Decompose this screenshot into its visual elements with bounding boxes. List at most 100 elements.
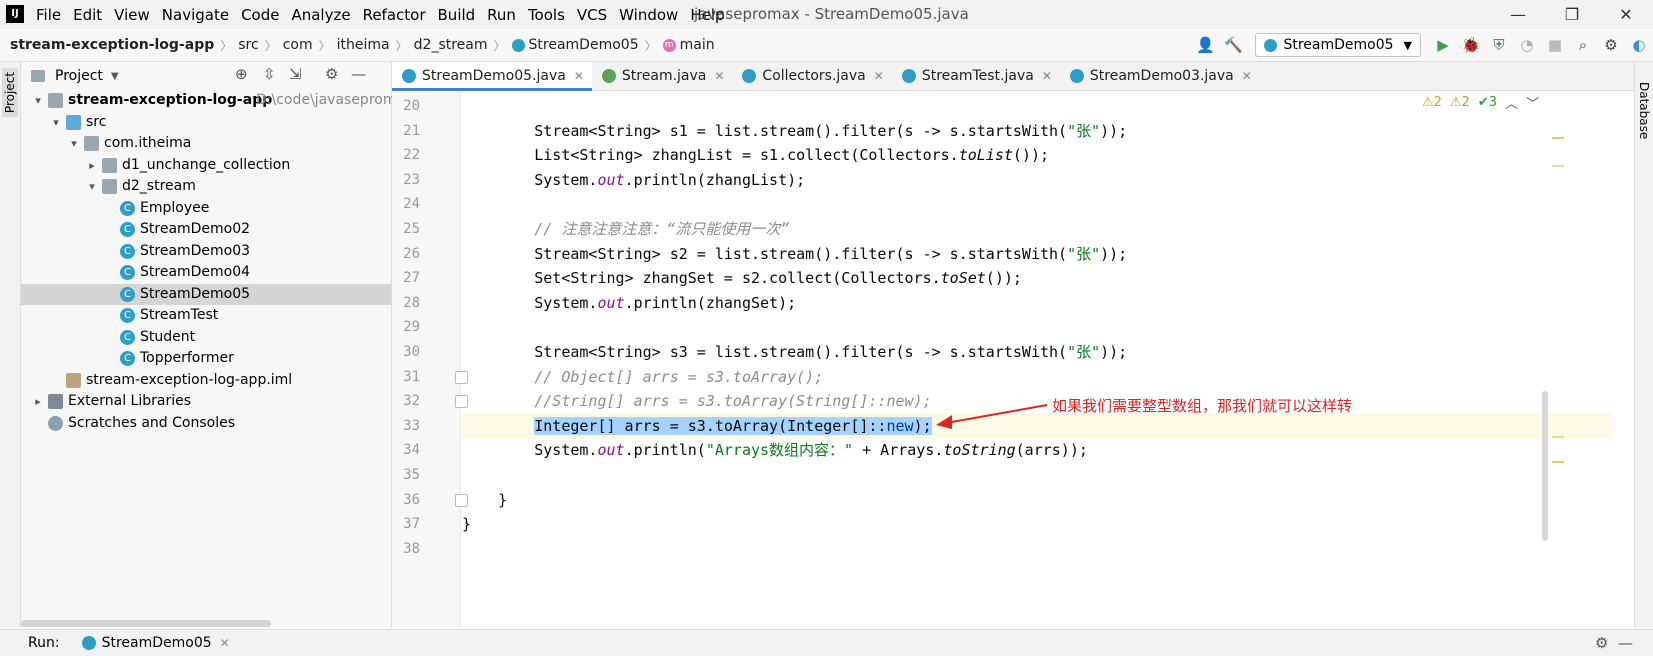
chevron-down-icon[interactable]: ▾: [49, 112, 63, 134]
breadcrumb-src[interactable]: src: [238, 37, 258, 53]
menu-window[interactable]: Window: [619, 6, 678, 24]
menu-view[interactable]: View: [114, 6, 150, 24]
breadcrumb-project[interactable]: stream-exception-log-app: [10, 37, 214, 53]
inspection-indicators[interactable]: ⚠2 ⚠2 ✔3 ︿ ﹀: [1422, 91, 1547, 113]
run-icon[interactable]: ▶: [1432, 34, 1454, 56]
menu-build[interactable]: Build: [438, 6, 476, 24]
code-line[interactable]: Stream<String> s2 = list.stream().filter…: [462, 241, 1612, 267]
menu-refactor[interactable]: Refactor: [363, 6, 426, 24]
fold-marker-icon[interactable]: [455, 493, 468, 507]
tree-item[interactable]: C StreamDemo02: [21, 219, 391, 241]
tree-item[interactable]: ▾ com.itheima: [21, 133, 391, 155]
code-line[interactable]: }: [462, 487, 1612, 513]
error-stripe-marker[interactable]: [1552, 461, 1564, 463]
editor-tab[interactable]: StreamTest.java ✕: [892, 62, 1060, 90]
database-tool-button[interactable]: Database: [1637, 82, 1651, 139]
vertical-scrollbar[interactable]: [1542, 391, 1548, 541]
project-tool-button[interactable]: Project: [2, 68, 18, 118]
error-stripe-marker[interactable]: [1552, 165, 1564, 167]
project-panel-title[interactable]: Project: [55, 68, 103, 84]
tree-item[interactable]: C StreamDemo03: [21, 241, 391, 263]
weak-warning-count[interactable]: ⚠2: [1450, 95, 1470, 110]
expand-all-icon[interactable]: ⇳: [263, 65, 276, 83]
typo-count[interactable]: ✔3: [1478, 95, 1497, 110]
warning-count[interactable]: ⚠2: [1422, 95, 1442, 110]
profile-icon[interactable]: ◔: [1516, 34, 1538, 56]
hide-icon[interactable]: —: [351, 65, 366, 83]
breadcrumb-class[interactable]: StreamDemo05: [529, 37, 639, 53]
code-line[interactable]: [462, 462, 1612, 488]
code-line[interactable]: Stream<String> s3 = list.stream().filter…: [462, 339, 1612, 365]
restore-button[interactable]: ❐: [1545, 5, 1599, 24]
tree-item[interactable]: C Employee: [21, 198, 391, 220]
code-line[interactable]: [462, 314, 1612, 340]
close-icon[interactable]: ✕: [1242, 69, 1252, 83]
tree-item[interactable]: C StreamDemo04: [21, 262, 391, 284]
breadcrumb-com[interactable]: com: [283, 37, 313, 53]
locate-icon[interactable]: ⊕: [235, 65, 248, 83]
code-line[interactable]: System.out.println(zhangList);: [462, 167, 1612, 193]
menu-run[interactable]: Run: [487, 6, 516, 24]
menu-code[interactable]: Code: [241, 6, 279, 24]
code-line[interactable]: Set<String> zhangSet = s2.collect(Collec…: [462, 265, 1612, 291]
tree-item[interactable]: ▸ d1_unchange_collection: [21, 155, 391, 177]
code-line[interactable]: // 注意注意注意：“流只能使用一次”: [462, 216, 1612, 242]
close-icon[interactable]: ✕: [220, 636, 230, 650]
menu-edit[interactable]: Edit: [73, 6, 102, 24]
menu-vcs[interactable]: VCS: [577, 6, 607, 24]
code-line[interactable]: [462, 191, 1612, 217]
chevron-down-icon[interactable]: ﹀: [1526, 93, 1539, 112]
chevron-down-icon[interactable]: ▾: [67, 133, 81, 155]
tree-item[interactable]: C StreamDemo05: [21, 283, 391, 305]
editor-tab[interactable]: Stream.java ✕: [592, 62, 733, 90]
chevron-down-icon[interactable]: ▾: [31, 90, 45, 112]
tree-item[interactable]: ▸ External Libraries: [21, 391, 391, 413]
code-line[interactable]: List<String> zhangList = s1.collect(Coll…: [462, 142, 1612, 168]
error-stripe-marker[interactable]: [1552, 436, 1564, 438]
user-icon[interactable]: 👤: [1194, 34, 1216, 56]
plugin-icon[interactable]: ◐: [1628, 34, 1650, 56]
gear-icon[interactable]: ⚙ —: [1595, 634, 1633, 652]
debug-icon[interactable]: 🐞: [1460, 34, 1482, 56]
tree-item[interactable]: C Student: [21, 327, 391, 349]
coverage-icon[interactable]: ⛨: [1488, 34, 1510, 56]
build-hammer-icon[interactable]: 🔨: [1222, 34, 1244, 56]
tree-item[interactable]: C StreamTest: [21, 305, 391, 327]
search-icon[interactable]: ⌕: [1572, 34, 1594, 56]
menu-navigate[interactable]: Navigate: [162, 6, 229, 24]
breadcrumb-d2-stream[interactable]: d2_stream: [414, 37, 488, 53]
tree-item[interactable]: stream-exception-log-app.iml: [21, 370, 391, 392]
chevron-down-icon[interactable]: ▼: [111, 71, 119, 82]
close-icon[interactable]: ✕: [714, 69, 724, 83]
tree-item[interactable]: ▾ d2_stream: [21, 176, 391, 198]
close-icon[interactable]: ✕: [874, 69, 884, 83]
tree-item[interactable]: C Topperformer: [21, 348, 391, 370]
menu-file[interactable]: File: [36, 6, 61, 24]
minimize-button[interactable]: —: [1491, 5, 1545, 24]
code-editor[interactable]: 20 21 22 23 24 25 26 27 28 29 30 31 32 33 34 35 36 37 38 S…: [392, 91, 1634, 628]
close-icon[interactable]: ✕: [1042, 69, 1052, 83]
chevron-up-icon[interactable]: ︿: [1505, 93, 1518, 112]
chevron-down-icon[interactable]: ▾: [85, 176, 99, 198]
breadcrumb-method[interactable]: main: [680, 37, 715, 53]
menu-tools[interactable]: Tools: [528, 6, 565, 24]
code-line[interactable]: }: [462, 511, 1612, 537]
close-button[interactable]: ✕: [1599, 5, 1653, 24]
code-line[interactable]: // Object[] arrs = s3.toArray();: [462, 364, 1612, 390]
error-stripe-marker[interactable]: [1552, 137, 1564, 139]
fold-marker-icon[interactable]: [455, 395, 468, 409]
code-line[interactable]: Stream<String> s1 = list.stream().filter…: [462, 118, 1612, 144]
code-line[interactable]: System.out.println("Arrays数组内容：" + Array…: [462, 437, 1612, 463]
fold-marker-icon[interactable]: [455, 370, 468, 384]
collapse-all-icon[interactable]: ⇲: [289, 65, 302, 83]
code-line[interactable]: System.out.println(zhangSet);: [462, 290, 1612, 316]
menu-analyze[interactable]: Analyze: [291, 6, 350, 24]
run-tab[interactable]: StreamDemo05 ✕: [81, 635, 230, 651]
close-icon[interactable]: ✕: [574, 69, 584, 83]
gear-icon[interactable]: ⚙: [325, 65, 338, 83]
breadcrumb-itheima[interactable]: itheima: [337, 37, 390, 53]
tree-item[interactable]: Scratches and Consoles: [21, 413, 391, 435]
code-line[interactable]: [462, 536, 1612, 562]
chevron-right-icon[interactable]: ▸: [31, 391, 45, 413]
run-configuration-select[interactable]: StreamDemo05 ▼: [1255, 33, 1421, 57]
